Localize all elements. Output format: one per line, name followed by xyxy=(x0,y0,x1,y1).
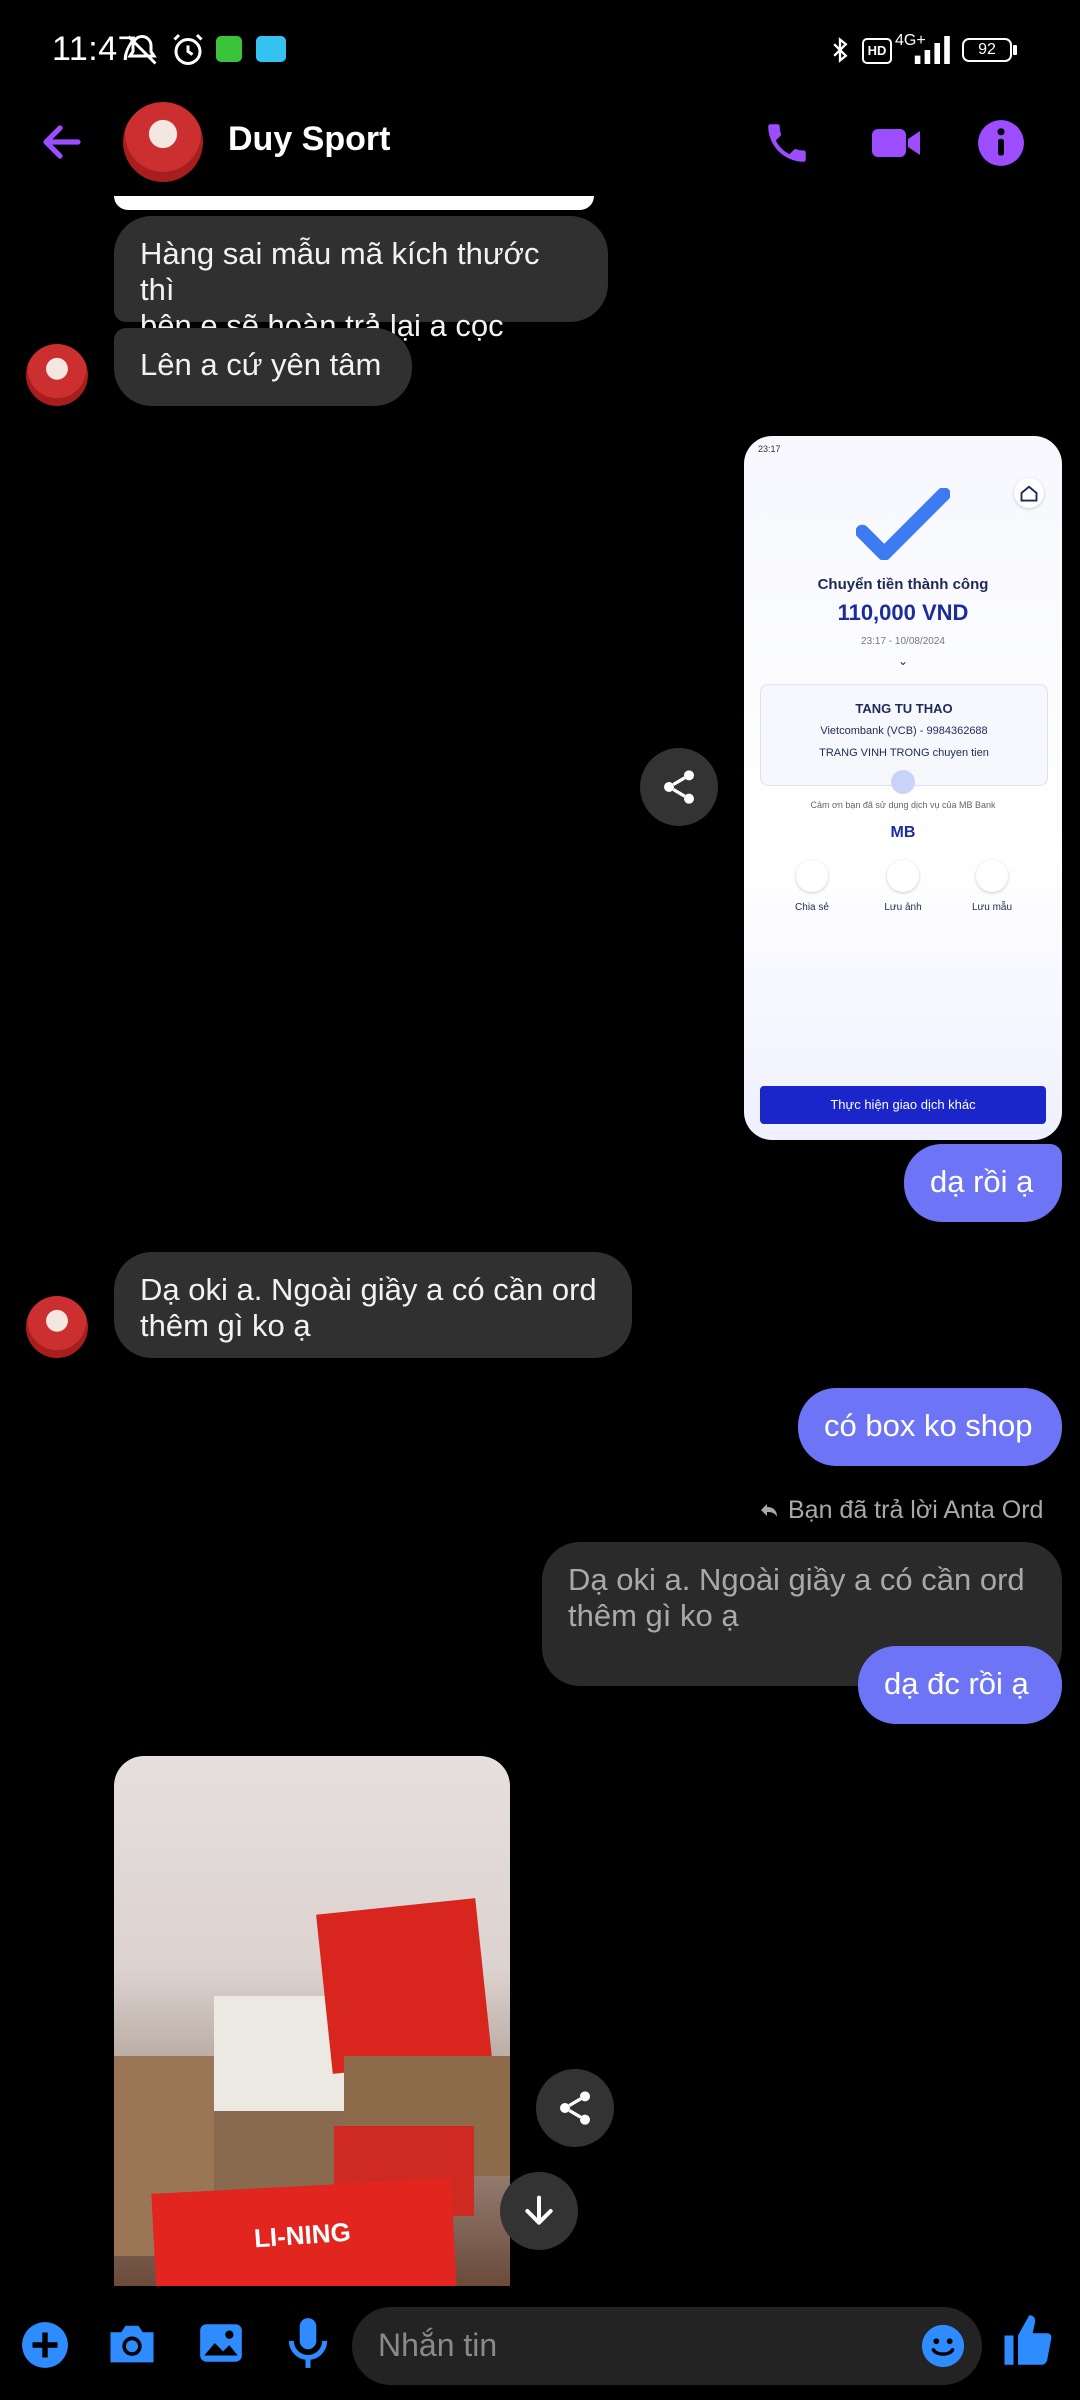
muted-bell-icon xyxy=(127,34,157,65)
sender-avatar[interactable] xyxy=(26,344,88,406)
reply-label: Bạn đã trả lời Anta Ord xyxy=(756,1496,1043,1530)
receipt-amount: 110,000 VND xyxy=(837,600,969,625)
battery-icon: 92 xyxy=(962,38,1012,62)
recipient-bank: Vietcombank (VCB) - 9984362688 xyxy=(820,725,988,737)
home-icon xyxy=(1014,478,1044,508)
receipt-status-time: 23:17 xyxy=(758,444,781,454)
previous-attachment-edge[interactable] xyxy=(114,196,594,210)
message-text: dạ rồi ạ xyxy=(930,1164,1034,1199)
microphone-icon[interactable] xyxy=(286,2316,330,2370)
share-icon xyxy=(560,2091,590,2125)
thumbs-up-icon[interactable] xyxy=(1000,2310,1054,2370)
message-text: dạ đc rồi ạ xyxy=(884,1666,1029,1701)
info-icon[interactable] xyxy=(976,118,1026,168)
expand-chevron-icon: ⌄ xyxy=(897,654,909,668)
message-text: Dạ oki a. Ngoài giầy a có cần ord xyxy=(140,1272,597,1307)
receipt-title: Chuyển tiền thành công xyxy=(817,576,989,593)
status-bar: 11:47 HD 4G+ 92 xyxy=(0,0,1080,100)
hd-badge: HD xyxy=(862,38,892,64)
transfer-memo: TRANG VINH TRONG chuyen tien xyxy=(819,747,989,759)
signal-icon xyxy=(914,36,950,64)
back-arrow-icon[interactable] xyxy=(38,118,86,166)
message-incoming[interactable]: Dạ oki a. Ngoài giầy a có cần ord thêm g… xyxy=(114,1252,632,1358)
share-action-icon xyxy=(796,860,828,892)
expand-details-icon xyxy=(891,770,915,794)
camera-icon[interactable] xyxy=(104,2318,160,2368)
message-text: Hàng sai mẫu mã kích thước thì xyxy=(140,236,540,307)
message-text: thêm gì ko ạ xyxy=(140,1308,311,1343)
thanks-text: Cảm ơn bạn đã sử dụng dịch vụ của MB Ban… xyxy=(810,800,996,810)
success-check-icon xyxy=(856,488,950,560)
message-outgoing[interactable]: dạ đc rồi ạ xyxy=(858,1646,1062,1724)
share-button[interactable] xyxy=(536,2069,614,2147)
emoji-icon[interactable] xyxy=(920,2323,966,2369)
quoted-text: thêm gì ko ạ xyxy=(568,1598,739,1633)
action-label: Lưu ảnh xyxy=(884,902,922,913)
template-action-icon xyxy=(976,860,1008,892)
receipt-actions: Chia sẻ Lưu ảnh Lưu mẫu xyxy=(744,860,1062,920)
battery-level: 92 xyxy=(978,41,996,58)
new-transaction-button: Thực hiện giao dịch khác xyxy=(760,1086,1046,1124)
camera-action-icon xyxy=(887,860,919,892)
gallery-icon[interactable] xyxy=(196,2318,246,2368)
phone-icon[interactable] xyxy=(762,118,812,168)
message-text: có box ko shop xyxy=(824,1408,1033,1443)
receipt-screenshot[interactable]: 23:17 Chuyển tiền thành công 110,000 VND… xyxy=(744,436,1062,1140)
message-outgoing[interactable]: dạ rồi ạ xyxy=(904,1144,1062,1222)
message-outgoing[interactable]: có box ko shop xyxy=(798,1388,1062,1466)
message-input[interactable]: Nhắn tin xyxy=(352,2307,982,2385)
box-shape xyxy=(214,1996,344,2116)
battery-tip xyxy=(1013,45,1017,55)
box-shape xyxy=(316,1898,492,2074)
recipient-name: TANG TU THAO xyxy=(855,701,953,716)
alarm-icon xyxy=(173,33,203,65)
contact-name[interactable]: Duy Sport xyxy=(228,120,390,159)
quoted-text: Dạ oki a. Ngoài giầy a có cần ord xyxy=(568,1562,1025,1597)
scroll-to-bottom-button[interactable] xyxy=(500,2172,578,2250)
share-button[interactable] xyxy=(640,748,718,826)
chat-notification-icon xyxy=(256,36,286,62)
shoe-boxes-photo[interactable]: LI-NING xyxy=(114,1756,510,2286)
message-placeholder: Nhắn tin xyxy=(378,2327,498,2363)
arrow-down-icon xyxy=(525,2195,553,2225)
mb-logo: MB xyxy=(890,824,916,841)
message-incoming[interactable]: Lên a cứ yên tâm xyxy=(114,328,412,406)
reply-icon xyxy=(761,1504,777,1517)
message-text: Lên a cứ yên tâm xyxy=(140,347,382,382)
message-incoming[interactable]: Hàng sai mẫu mã kích thước thì bên e sẽ … xyxy=(114,216,608,343)
receipt-datetime: 23:17 - 10/08/2024 xyxy=(861,636,945,647)
bluetooth-icon xyxy=(833,37,848,63)
action-label: Lưu mẫu xyxy=(971,902,1013,913)
reply-label-text: Bạn đã trả lời Anta Ord xyxy=(788,1496,1044,1524)
share-icon xyxy=(664,770,694,804)
video-icon[interactable] xyxy=(868,118,924,168)
contact-avatar[interactable] xyxy=(123,102,203,182)
sender-avatar[interactable] xyxy=(26,1296,88,1358)
plus-icon[interactable] xyxy=(20,2320,70,2370)
action-label: Chia sẻ xyxy=(795,902,829,913)
app-notification-icon xyxy=(216,36,242,62)
